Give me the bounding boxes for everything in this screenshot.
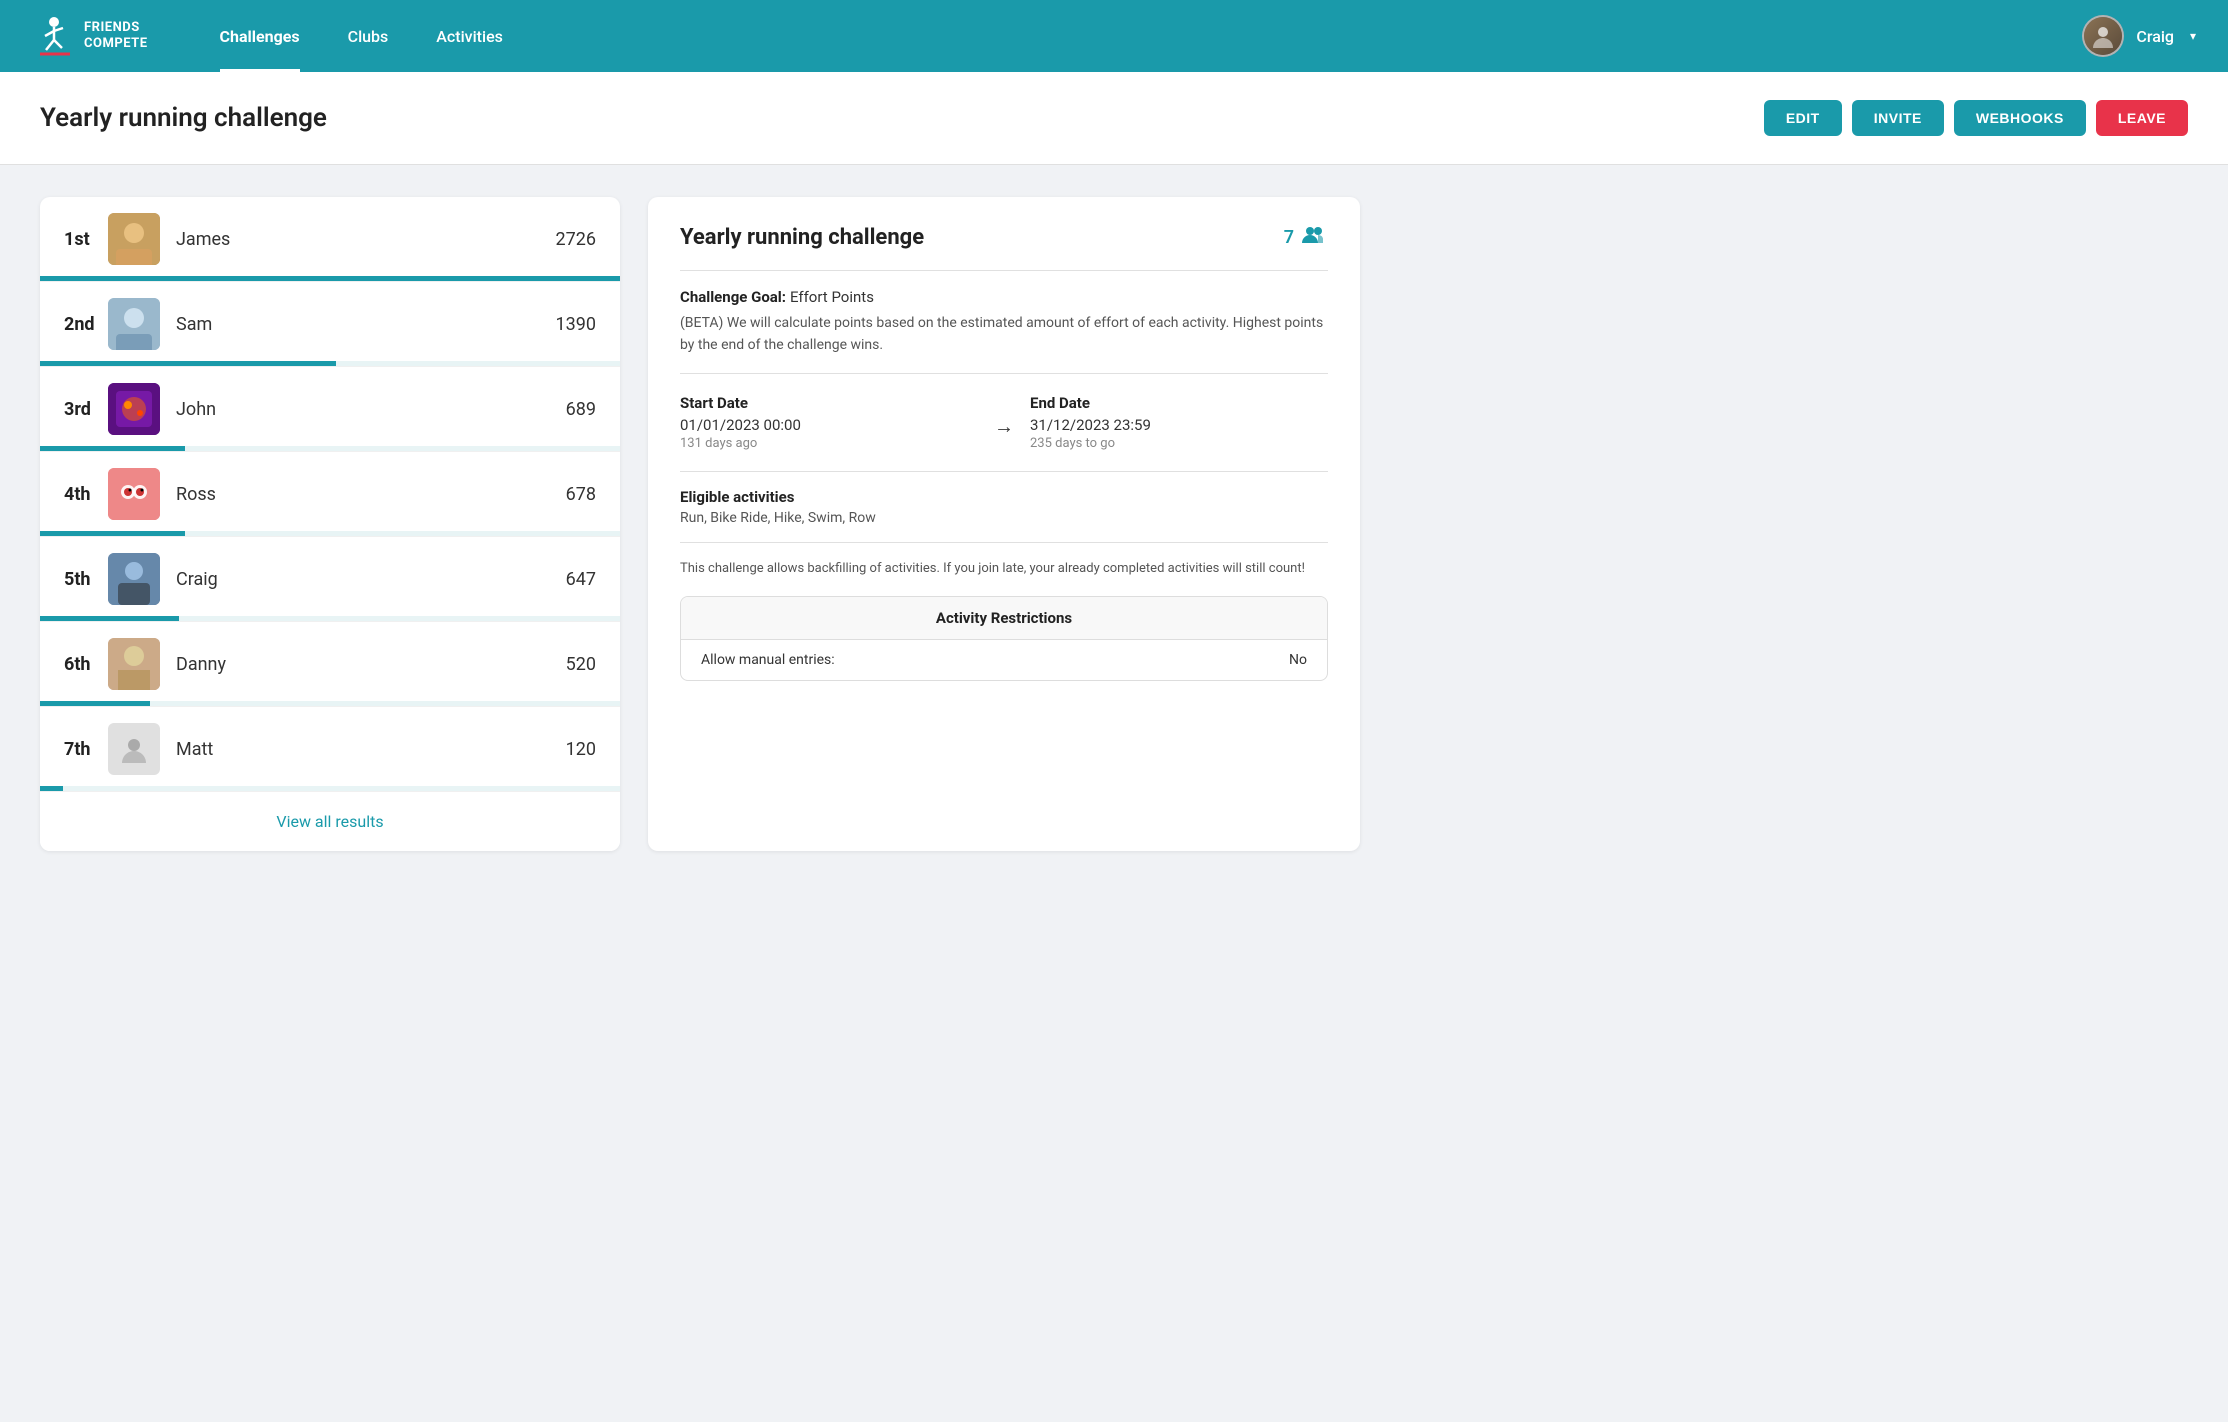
divider-2 bbox=[680, 373, 1328, 374]
user-avatar bbox=[2082, 15, 2124, 57]
goal-row: Challenge Goal: Effort Points (BETA) We … bbox=[680, 287, 1328, 357]
rank-4: 4th bbox=[64, 484, 108, 505]
eligible-label: Eligible activities bbox=[680, 488, 1328, 506]
page-title: Yearly running challenge bbox=[40, 103, 327, 133]
divider-3 bbox=[680, 471, 1328, 472]
progress-bar-matt bbox=[40, 786, 620, 791]
avatar-john bbox=[108, 383, 160, 435]
avatar-craig bbox=[108, 553, 160, 605]
view-all-row: View all results bbox=[40, 792, 620, 851]
player-score-matt: 120 bbox=[536, 739, 596, 760]
progress-bar-craig bbox=[40, 616, 620, 621]
rank-1: 1st bbox=[64, 229, 108, 250]
navbar: FRIENDS COMPETE Challenges Clubs Activit… bbox=[0, 0, 2228, 72]
eligible-section: Eligible activities Run, Bike Ride, Hike… bbox=[680, 488, 1328, 526]
logo-text: FRIENDS COMPETE bbox=[84, 20, 148, 51]
player-score-james: 2726 bbox=[536, 229, 596, 250]
progress-bar-john bbox=[40, 446, 620, 451]
main-content: 1st James 2726 2nd bbox=[0, 165, 1400, 883]
progress-bar-james bbox=[40, 276, 620, 281]
player-score-danny: 520 bbox=[536, 654, 596, 675]
table-row: 4th Ross 678 bbox=[40, 452, 620, 537]
table-row: 1st James 2726 bbox=[40, 197, 620, 282]
rank-2: 2nd bbox=[64, 314, 108, 335]
dates-row: Start Date 01/01/2023 00:00 131 days ago… bbox=[680, 394, 1328, 451]
edit-button[interactable]: EDIT bbox=[1764, 100, 1842, 136]
player-name-james: James bbox=[176, 229, 536, 250]
restrictions-header: Activity Restrictions bbox=[681, 597, 1327, 640]
nav-link-clubs[interactable]: Clubs bbox=[324, 0, 413, 72]
view-all-link[interactable]: View all results bbox=[276, 812, 383, 831]
page-header: Yearly running challenge EDIT INVITE WEB… bbox=[0, 72, 2228, 165]
webhooks-button[interactable]: WEBHOOKS bbox=[1954, 100, 2086, 136]
player-score-ross: 678 bbox=[536, 484, 596, 505]
player-name-craig: Craig bbox=[176, 569, 536, 590]
nav-link-challenges[interactable]: Challenges bbox=[196, 0, 324, 72]
end-date-relative: 235 days to go bbox=[1030, 436, 1328, 451]
start-date-block: Start Date 01/01/2023 00:00 131 days ago bbox=[680, 394, 978, 451]
nav-link-activities[interactable]: Activities bbox=[412, 0, 527, 72]
avatar-matt bbox=[108, 723, 160, 775]
player-score-craig: 647 bbox=[536, 569, 596, 590]
table-row: 5th Craig 647 bbox=[40, 537, 620, 622]
detail-panel: Yearly running challenge 7 Challenge Goa… bbox=[648, 197, 1360, 851]
avatar-sam bbox=[108, 298, 160, 350]
table-row: 3rd John 689 bbox=[40, 367, 620, 452]
end-date-block: End Date 31/12/2023 23:59 235 days to go bbox=[1030, 394, 1328, 451]
table-row: 7th Matt 120 bbox=[40, 707, 620, 792]
nav-links: Challenges Clubs Activities bbox=[196, 0, 2083, 72]
participants-count: 7 bbox=[1284, 227, 1294, 248]
divider-4 bbox=[680, 542, 1328, 543]
avatar-danny bbox=[108, 638, 160, 690]
avatar-james bbox=[108, 213, 160, 265]
rank-3: 3rd bbox=[64, 399, 108, 420]
detail-header: Yearly running challenge 7 bbox=[680, 225, 1328, 250]
player-name-john: John bbox=[176, 399, 536, 420]
table-row: 6th Danny 520 bbox=[40, 622, 620, 707]
arrow-icon: → bbox=[994, 414, 1014, 439]
restrictions-row-label: Allow manual entries: bbox=[701, 652, 835, 668]
rank-6: 6th bbox=[64, 654, 108, 675]
rank-5: 5th bbox=[64, 569, 108, 590]
invite-button[interactable]: INVITE bbox=[1852, 100, 1944, 136]
player-score-sam: 1390 bbox=[536, 314, 596, 335]
detail-title: Yearly running challenge bbox=[680, 225, 924, 250]
progress-bar-sam bbox=[40, 361, 620, 366]
chevron-down-icon: ▾ bbox=[2190, 29, 2196, 43]
rank-7: 7th bbox=[64, 739, 108, 760]
player-name-matt: Matt bbox=[176, 739, 536, 760]
end-date-value: 31/12/2023 23:59 bbox=[1030, 416, 1328, 434]
progress-bar-ross bbox=[40, 531, 620, 536]
participants-badge: 7 bbox=[1284, 225, 1328, 250]
logo[interactable]: FRIENDS COMPETE bbox=[32, 14, 148, 58]
player-score-john: 689 bbox=[536, 399, 596, 420]
goal-description: (BETA) We will calculate points based on… bbox=[680, 312, 1328, 357]
header-buttons: EDIT INVITE WEBHOOKS LEAVE bbox=[1764, 100, 2188, 136]
player-name-danny: Danny bbox=[176, 654, 536, 675]
player-name-sam: Sam bbox=[176, 314, 536, 335]
restrictions-row: Allow manual entries: No bbox=[681, 640, 1327, 680]
eligible-value: Run, Bike Ride, Hike, Swim, Row bbox=[680, 510, 1328, 526]
start-date-relative: 131 days ago bbox=[680, 436, 978, 451]
divider-1 bbox=[680, 270, 1328, 271]
goal-label: Challenge Goal: bbox=[680, 288, 786, 306]
restrictions-box: Activity Restrictions Allow manual entri… bbox=[680, 596, 1328, 681]
progress-bar-danny bbox=[40, 701, 620, 706]
user-name: Craig bbox=[2136, 27, 2174, 46]
avatar-ross bbox=[108, 468, 160, 520]
nav-right: Craig ▾ bbox=[2082, 15, 2196, 57]
start-date-value: 01/01/2023 00:00 bbox=[680, 416, 978, 434]
leaderboard-panel: 1st James 2726 2nd bbox=[40, 197, 620, 851]
start-date-label: Start Date bbox=[680, 394, 978, 412]
goal-value-text: Effort Points bbox=[790, 288, 874, 306]
restrictions-row-value: No bbox=[1289, 652, 1307, 668]
player-name-ross: Ross bbox=[176, 484, 536, 505]
end-date-label: End Date bbox=[1030, 394, 1328, 412]
leave-button[interactable]: LEAVE bbox=[2096, 100, 2188, 136]
table-row: 2nd Sam 1390 bbox=[40, 282, 620, 367]
people-icon bbox=[1300, 225, 1328, 250]
backfill-note: This challenge allows backfilling of act… bbox=[680, 559, 1328, 580]
